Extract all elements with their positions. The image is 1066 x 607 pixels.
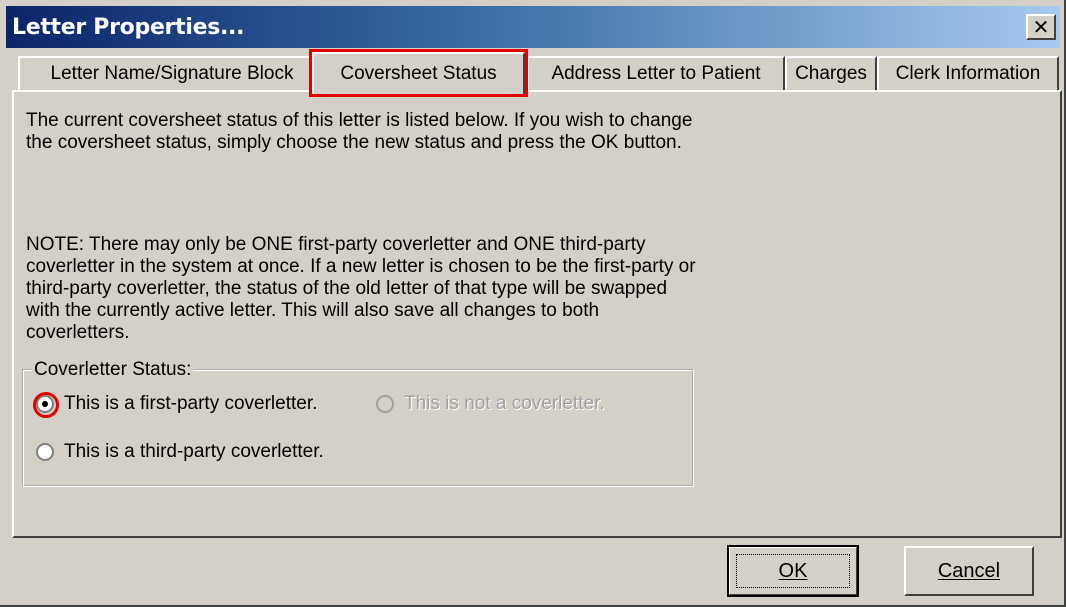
tab-label: Coversheet Status	[340, 63, 497, 84]
title-bar[interactable]: Letter Properties... ✕	[6, 6, 1060, 48]
tab-label: Letter Name/Signature Block	[50, 63, 294, 84]
cancel-label: Cancel	[937, 559, 1001, 582]
focus-rect	[736, 554, 850, 588]
tab-charges[interactable]: Charges	[785, 56, 877, 90]
tab-strip: Letter Name/Signature Block Coversheet S…	[12, 49, 1062, 97]
radio-not-coverletter[interactable]: This is not a coverletter.	[376, 393, 605, 415]
intro-text: The current coversheet status of this le…	[26, 110, 693, 153]
radio-label: This is a third-party coverletter.	[64, 441, 324, 462]
tab-label: Clerk Information	[895, 63, 1041, 84]
close-icon: ✕	[1032, 15, 1050, 39]
radio-label: This is not a coverletter.	[404, 393, 605, 414]
tab-label: Charges	[795, 63, 867, 84]
radio-button-icon	[376, 395, 394, 413]
coverletter-status-group: Coverletter Status: This is a first-part…	[22, 359, 694, 487]
letter-properties-dialog: Letter Properties... ✕ Letter Name/Signa…	[0, 0, 1066, 607]
tab-coversheet-status[interactable]: Coversheet Status	[309, 49, 528, 97]
group-title: Coverletter Status:	[32, 359, 194, 381]
radio-first-party[interactable]: This is a first-party coverletter.	[33, 392, 318, 418]
window-title: Letter Properties...	[12, 14, 245, 40]
close-button[interactable]: ✕	[1026, 14, 1056, 40]
highlight-circle	[33, 392, 59, 418]
tab-address-letter-to-patient[interactable]: Address Letter to Patient	[527, 56, 785, 90]
ok-button[interactable]: OK	[727, 545, 859, 597]
cancel-button[interactable]: Cancel	[904, 546, 1034, 596]
tab-clerk-information[interactable]: Clerk Information	[877, 56, 1059, 90]
radio-third-party[interactable]: This is a third-party coverletter.	[36, 441, 324, 463]
tab-label: Address Letter to Patient	[551, 63, 761, 84]
radio-label: This is a first-party coverletter.	[64, 393, 318, 414]
tab-letter-name-signature-block[interactable]: Letter Name/Signature Block	[18, 56, 326, 90]
coversheet-status-panel: The current coversheet status of this le…	[12, 90, 1062, 538]
note-text: NOTE: There may only be ONE first-party …	[26, 234, 696, 343]
radio-button-icon	[36, 443, 54, 461]
radio-button-icon	[33, 392, 59, 418]
